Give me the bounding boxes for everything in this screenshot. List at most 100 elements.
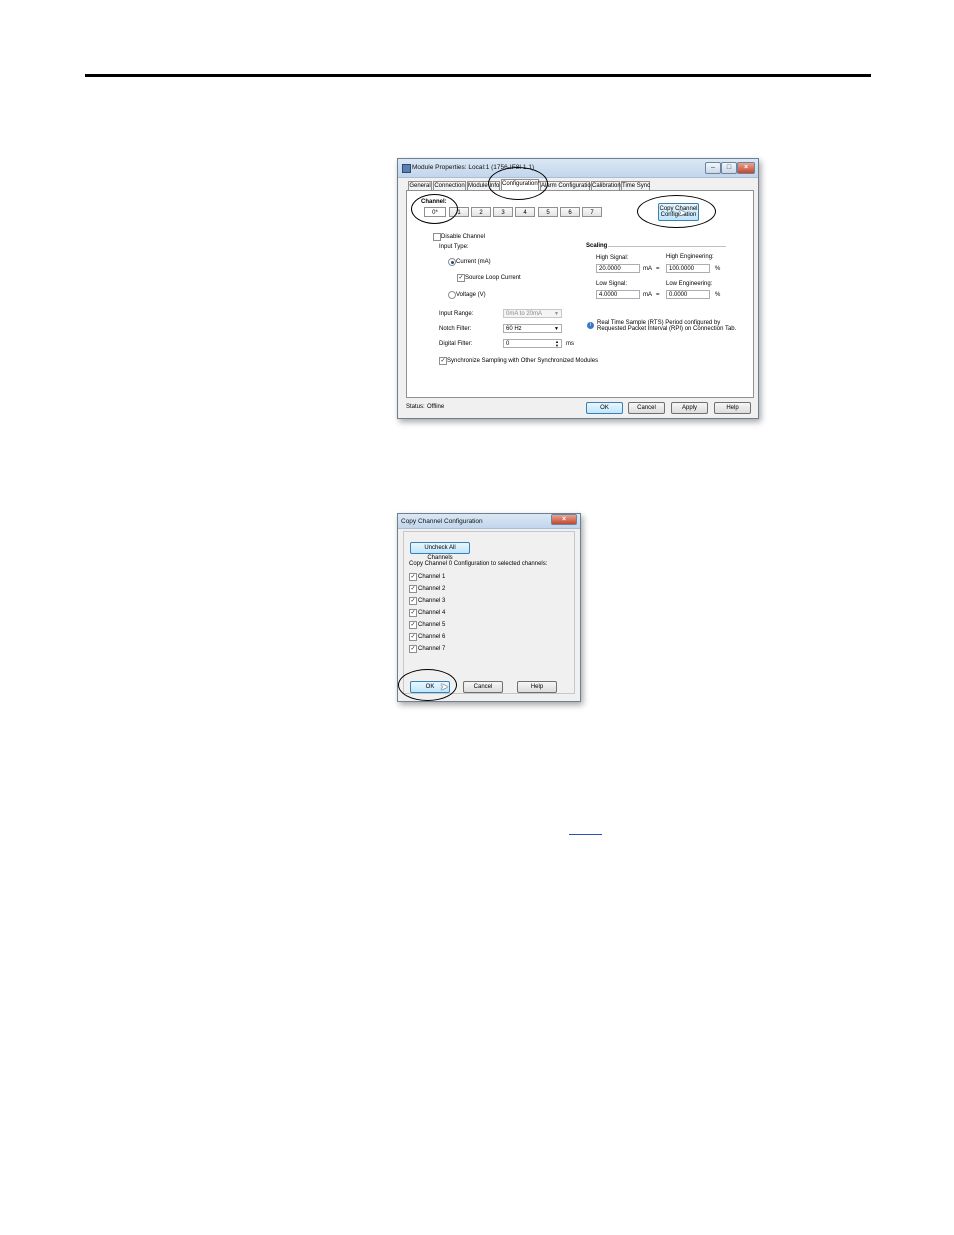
notch-filter-value: 60 Hz xyxy=(506,326,522,332)
high-signal-value: 20.0000 xyxy=(599,266,621,272)
disable-channel-label: Disable Channel xyxy=(441,234,486,240)
tab-time-sync[interactable]: Time Sync xyxy=(621,181,650,190)
channel-4-label: Channel 4 xyxy=(418,610,446,616)
channel-5-button[interactable]: 5 xyxy=(538,207,558,217)
digital-filter-unit: ms xyxy=(566,341,574,347)
source-loop-checkbox[interactable]: ✓ xyxy=(457,274,465,282)
tab-module-info[interactable]: Module Info xyxy=(467,181,500,190)
digital-filter-input[interactable]: 0 ▲ ▼ xyxy=(503,339,562,348)
high-signal-unit: mA xyxy=(643,266,652,272)
channel-4-button[interactable]: 4 xyxy=(515,207,535,217)
high-engineering-unit: % xyxy=(715,266,721,272)
chevron-down-icon: ▼ xyxy=(554,311,559,317)
channel-5-checkbox[interactable]: ✓ xyxy=(409,621,417,629)
channel-5-label: Channel 5 xyxy=(418,622,446,628)
current-label: Current (mA) xyxy=(456,259,491,265)
input-range-label: Input Range: xyxy=(439,311,474,317)
app-icon xyxy=(402,164,411,173)
channel-7-checkbox[interactable]: ✓ xyxy=(409,645,417,653)
notch-filter-label: Notch Filter: xyxy=(439,326,472,332)
channel-6-checkbox[interactable]: ✓ xyxy=(409,633,417,641)
current-radio[interactable] xyxy=(448,258,456,266)
info-icon: i xyxy=(587,322,594,329)
help-button[interactable]: Help xyxy=(714,402,751,414)
dialog-cancel-button[interactable]: Cancel xyxy=(463,681,503,693)
low-engineering-unit: % xyxy=(715,292,721,298)
channel-2-checkbox[interactable]: ✓ xyxy=(409,585,417,593)
channel-2-button[interactable]: 2 xyxy=(471,207,491,217)
mouse-pointer-icon: ➤ xyxy=(440,682,449,693)
close-icon[interactable]: × xyxy=(737,162,755,174)
channel-7-button[interactable]: 7 xyxy=(582,207,602,217)
uncheck-all-channels-button[interactable]: Uncheck All Channels xyxy=(410,542,470,561)
page-header-rule xyxy=(85,74,871,77)
high-engineering-value: 100.0000 xyxy=(669,266,695,272)
low-signal-input[interactable]: 4.0000 xyxy=(596,290,640,299)
channel-4-checkbox[interactable]: ✓ xyxy=(409,609,417,617)
status-value: Offline xyxy=(427,404,445,410)
channel-0-button[interactable]: 0* xyxy=(424,207,446,217)
digital-filter-label: Digital Filter: xyxy=(439,341,473,347)
channel-3-label: Channel 3 xyxy=(418,598,446,604)
channel-1-button[interactable]: 1 xyxy=(449,207,469,217)
scaling-divider xyxy=(608,246,726,247)
low-signal-unit: mA xyxy=(643,292,652,298)
tab-general[interactable]: General xyxy=(408,181,432,190)
source-loop-label: Source Loop Current xyxy=(465,275,521,281)
low-engineering-label: Low Engineering: xyxy=(666,281,713,287)
chevron-down-icon: ▼ xyxy=(554,326,559,332)
low-engineering-input[interactable]: 0.0000 xyxy=(666,290,710,299)
high-signal-input[interactable]: 20.0000 xyxy=(596,264,640,273)
channel-3-checkbox[interactable]: ✓ xyxy=(409,597,417,605)
high-signal-label: High Signal: xyxy=(596,255,629,261)
input-range-value: 0mA to 20mA xyxy=(506,311,543,317)
dialog-help-button[interactable]: Help xyxy=(517,681,557,693)
title-bar[interactable]: Module Properties: Local:1 (1756-IF8I 1.… xyxy=(398,159,758,178)
synchronize-sampling-label: Synchronize Sampling with Other Synchron… xyxy=(447,358,599,364)
rts-note-line2: Requested Packet Interval (RPI) on Conne… xyxy=(597,326,737,332)
channel-6-label: Channel 6 xyxy=(418,634,446,640)
scaling-heading: Scaling xyxy=(586,243,608,249)
cancel-button[interactable]: Cancel xyxy=(628,402,665,414)
channel-1-checkbox[interactable]: ✓ xyxy=(409,573,417,581)
mouse-pointer-icon: ➤ xyxy=(678,208,687,219)
minimize-button[interactable]: – xyxy=(705,162,721,174)
digital-filter-value: 0 xyxy=(506,341,510,347)
high-engineering-input[interactable]: 100.0000 xyxy=(666,264,710,273)
module-properties-window: Module Properties: Local:1 (1756-IF8I 1.… xyxy=(397,158,759,419)
dialog-title: Copy Channel Configuration xyxy=(401,518,483,525)
voltage-label: Voltage (V) xyxy=(456,292,486,298)
input-range-select[interactable]: 0mA to 20mA ▼ xyxy=(503,309,562,318)
notch-filter-select[interactable]: 60 Hz ▼ xyxy=(503,324,562,333)
low-engineering-value: 0.0000 xyxy=(669,292,688,298)
channel-7-label: Channel 7 xyxy=(418,646,446,652)
disable-channel-checkbox[interactable] xyxy=(433,233,441,241)
hyperlink-underline[interactable] xyxy=(569,834,602,835)
maximize-button[interactable]: □ xyxy=(721,162,737,174)
channel-1-label: Channel 1 xyxy=(418,574,446,580)
low-signal-value: 4.0000 xyxy=(599,292,618,298)
tab-calibration[interactable]: Calibration xyxy=(591,181,621,190)
voltage-radio[interactable] xyxy=(448,291,456,299)
window-title: Module Properties: Local:1 (1756-IF8I 1.… xyxy=(412,164,535,171)
high-equals: = xyxy=(656,266,660,272)
tab-connection[interactable]: Connection xyxy=(433,181,466,190)
low-signal-label: Low Signal: xyxy=(596,281,628,287)
copy-channel-dialog: Copy Channel Configuration × Uncheck All… xyxy=(397,513,581,702)
apply-button[interactable]: Apply xyxy=(671,402,708,414)
copy-instruction: Copy Channel 0 Configuration to selected… xyxy=(409,561,548,567)
channel-6-button[interactable]: 6 xyxy=(560,207,580,217)
tab-alarm-configuration[interactable]: Alarm Configuration xyxy=(540,181,594,190)
status-label: Status: xyxy=(406,404,425,410)
dialog-title-bar[interactable]: Copy Channel Configuration × xyxy=(398,514,580,529)
channel-label: Channel: xyxy=(421,199,447,205)
channel-3-button[interactable]: 3 xyxy=(493,207,513,217)
ok-button[interactable]: OK xyxy=(586,402,623,414)
high-engineering-label: High Engineering: xyxy=(666,254,714,260)
spinner-arrows-icon[interactable]: ▲ ▼ xyxy=(555,340,559,348)
low-equals: = xyxy=(656,292,660,298)
synchronize-sampling-checkbox[interactable]: ✓ xyxy=(439,357,447,365)
input-type-label: Input Type: xyxy=(439,244,469,250)
dialog-close-icon[interactable]: × xyxy=(551,514,577,525)
channel-2-label: Channel 2 xyxy=(418,586,446,592)
